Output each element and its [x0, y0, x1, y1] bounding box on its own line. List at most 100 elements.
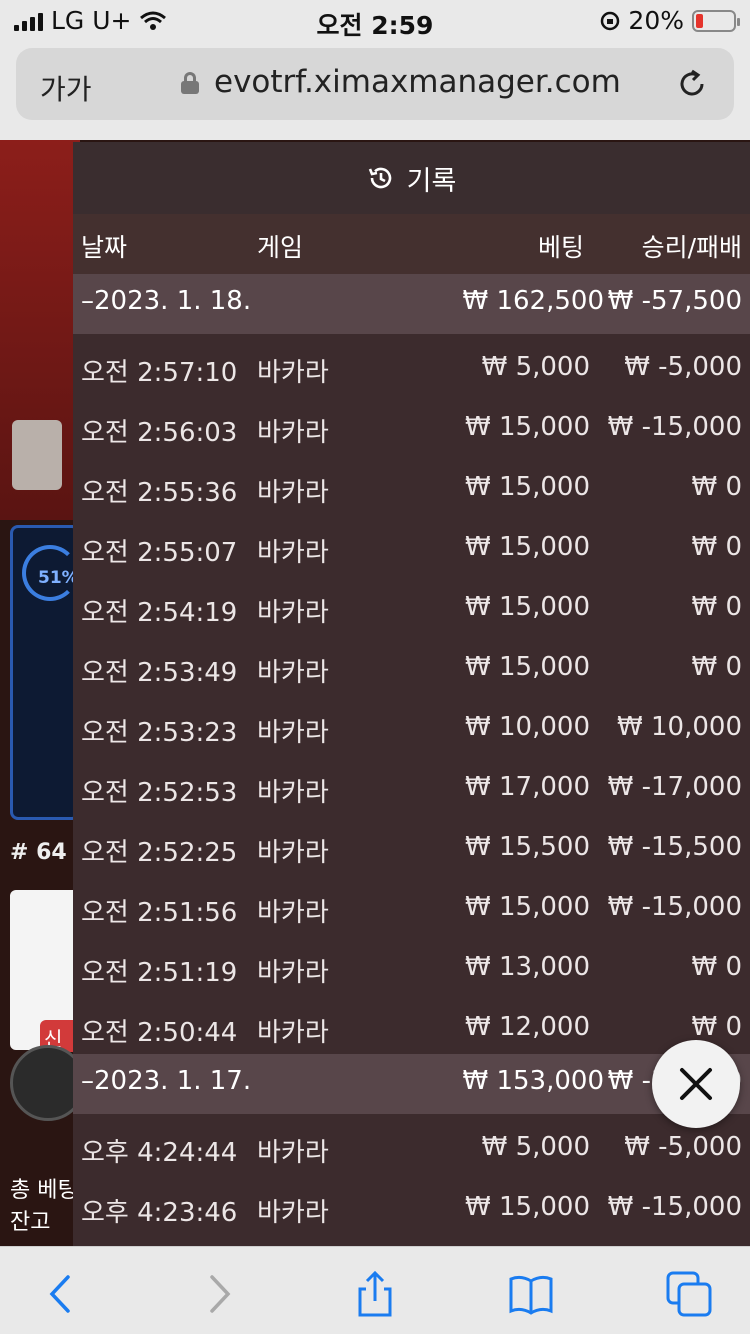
row-time: 오전 2:52:25: [81, 838, 238, 868]
history-row[interactable]: 오전 2:54:19 바카라 ₩ 15,000 ₩ 0: [73, 580, 750, 640]
row-result: ₩ -15,000: [607, 1192, 742, 1222]
row-bet: ₩ 15,000: [465, 892, 590, 922]
history-row[interactable]: 오전 2:56:03 바카라 ₩ 15,000 ₩ -15,000: [73, 400, 750, 460]
column-game: 게임: [257, 233, 304, 262]
row-time: 오후 4:23:46: [81, 1198, 238, 1228]
row-result: ₩ 0: [691, 472, 742, 502]
total-bet-label: 총 베팅: [10, 1178, 78, 1203]
row-time: 오전 2:53:23: [81, 718, 238, 748]
row-result: ₩ -17,000: [607, 772, 742, 802]
row-bet: ₩ 15,000: [465, 1192, 590, 1222]
date-group-row[interactable]: –2023. 1. 17.₩ 153,000₩ -35,000: [73, 1054, 750, 1114]
chevron-left-icon[interactable]: [38, 1271, 84, 1317]
row-game: 바카라: [257, 1198, 329, 1228]
share-icon[interactable]: [352, 1271, 398, 1317]
row-result: ₩ 0: [691, 592, 742, 622]
row-result: ₩ -5,000: [624, 352, 742, 382]
book-icon[interactable]: [508, 1271, 554, 1317]
row-result: ₩ 0: [691, 1012, 742, 1042]
history-row[interactable]: 오전 2:51:19 바카라 ₩ 13,000 ₩ 0: [73, 940, 750, 1000]
group-total-bet: ₩ 162,500: [462, 286, 605, 316]
reload-icon[interactable]: [676, 68, 708, 100]
history-panel: 기록 날짜 게임 베팅 승리/패배 –2023. 1. 18. ₩ 162,500…: [73, 142, 750, 1246]
row-time: 오전 2:56:03: [81, 418, 238, 448]
history-row[interactable]: 오전 2:50:44 바카라 ₩ 12,000 ₩ 0: [73, 1000, 750, 1060]
row-time: 오전 2:57:10: [81, 358, 238, 388]
row-bet: ₩ 12,000: [465, 1012, 590, 1042]
row-bet: ₩ 15,000: [465, 532, 590, 562]
row-time: 오전 2:55:07: [81, 538, 238, 568]
panel-header: 기록: [73, 142, 750, 214]
row-time: 오전 2:50:44: [81, 1018, 238, 1048]
history-row[interactable]: 오후 4:23:46 바카라 ₩ 15,000 ₩ -15,000: [73, 1180, 750, 1240]
browser-address-area: 가가 evotrf.ximaxmanager.com: [0, 40, 750, 140]
history-row[interactable]: 오후 4:24:44 바카라 ₩ 5,000 ₩ -5,000: [73, 1120, 750, 1180]
row-result: ₩ -15,000: [607, 412, 742, 442]
group-total-bet: ₩ 153,000: [462, 1066, 605, 1096]
row-bet: ₩ 5,000: [481, 1132, 590, 1162]
history-row[interactable]: 오전 2:52:25 바카라 ₩ 15,500 ₩ -15,500: [73, 820, 750, 880]
battery-icon: [692, 9, 740, 32]
row-game: 바카라: [257, 538, 329, 568]
row-bet: ₩ 15,000: [465, 652, 590, 682]
history-row[interactable]: 오전 2:52:53 바카라 ₩ 17,000 ₩ -17,000: [73, 760, 750, 820]
row-game: 바카라: [257, 658, 329, 688]
column-date: 날짜: [81, 233, 128, 262]
row-bet: ₩ 13,000: [465, 952, 590, 982]
row-bet: ₩ 15,500: [465, 832, 590, 862]
browser-toolbar: [0, 1246, 750, 1334]
rotation-lock-icon: [601, 11, 620, 30]
history-row[interactable]: 오전 2:53:49 바카라 ₩ 15,000 ₩ 0: [73, 640, 750, 700]
row-game: 바카라: [257, 478, 329, 508]
row-result: ₩ 10,000: [617, 712, 742, 742]
column-win-loss: 승리/패배: [641, 233, 742, 262]
row-game: 바카라: [257, 418, 329, 448]
row-bet: ₩ 15,000: [465, 472, 590, 502]
row-time: 오전 2:53:49: [81, 658, 238, 688]
history-row[interactable]: 오전 2:55:07 바카라 ₩ 15,000 ₩ 0: [73, 520, 750, 580]
row-result: ₩ 0: [691, 532, 742, 562]
row-bet: ₩ 5,000: [481, 352, 590, 382]
row-game: 바카라: [257, 598, 329, 628]
row-time: 오후 4:24:44: [81, 1138, 238, 1168]
card-shoe: [12, 420, 62, 490]
chevron-right-icon[interactable]: [196, 1271, 242, 1317]
battery-percent: 20%: [628, 6, 684, 35]
row-result: ₩ 0: [691, 952, 742, 982]
history-row[interactable]: 오전 2:55:36 바카라 ₩ 15,000 ₩ 0: [73, 460, 750, 520]
history-row[interactable]: 오전 2:51:56 바카라 ₩ 15,000 ₩ -15,000: [73, 880, 750, 940]
row-bet: ₩ 15,000: [465, 592, 590, 622]
row-game: 바카라: [257, 778, 329, 808]
row-time: 오전 2:55:36: [81, 478, 238, 508]
row-game: 바카라: [257, 958, 329, 988]
tabs-icon[interactable]: [666, 1271, 712, 1317]
group-total-result: ₩ -57,500: [607, 286, 742, 316]
row-time: 오전 2:54:19: [81, 598, 238, 628]
row-game: 바카라: [257, 898, 329, 928]
column-header: 날짜 게임 베팅 승리/패배: [73, 214, 750, 274]
lock-icon: [181, 72, 199, 94]
address-bar[interactable]: 가가 evotrf.ximaxmanager.com: [16, 48, 734, 120]
row-result: ₩ 0: [691, 652, 742, 682]
row-bet: ₩ 10,000: [465, 712, 590, 742]
balance-info: 총 베팅 잔고: [10, 1175, 78, 1239]
row-game: 바카라: [257, 358, 329, 388]
row-time: 오전 2:52:53: [81, 778, 238, 808]
status-bar: LG U+ 오전 2:59 20%: [0, 0, 750, 40]
close-icon: [680, 1068, 712, 1100]
date-group-row[interactable]: –2023. 1. 18. ₩ 162,500 ₩ -57,500: [73, 274, 750, 334]
close-button[interactable]: [652, 1040, 740, 1128]
history-icon: [368, 167, 391, 189]
row-game: 바카라: [257, 1138, 329, 1168]
row-game: 바카라: [257, 718, 329, 748]
balance-label: 잔고: [10, 1210, 51, 1235]
history-row[interactable]: 오전 2:53:23 바카라 ₩ 10,000 ₩ 10,000: [73, 700, 750, 760]
url-text[interactable]: evotrf.ximaxmanager.com: [214, 64, 621, 100]
row-time: 오전 2:51:56: [81, 898, 238, 928]
text-size-button[interactable]: 가가: [40, 68, 92, 108]
table-number: # 64: [10, 840, 67, 865]
history-row[interactable]: 오전 2:57:10 바카라 ₩ 5,000 ₩ -5,000: [73, 340, 750, 400]
group-date: –2023. 1. 18.: [81, 286, 252, 316]
column-bet: 베팅: [537, 233, 584, 262]
row-time: 오전 2:51:19: [81, 958, 238, 988]
